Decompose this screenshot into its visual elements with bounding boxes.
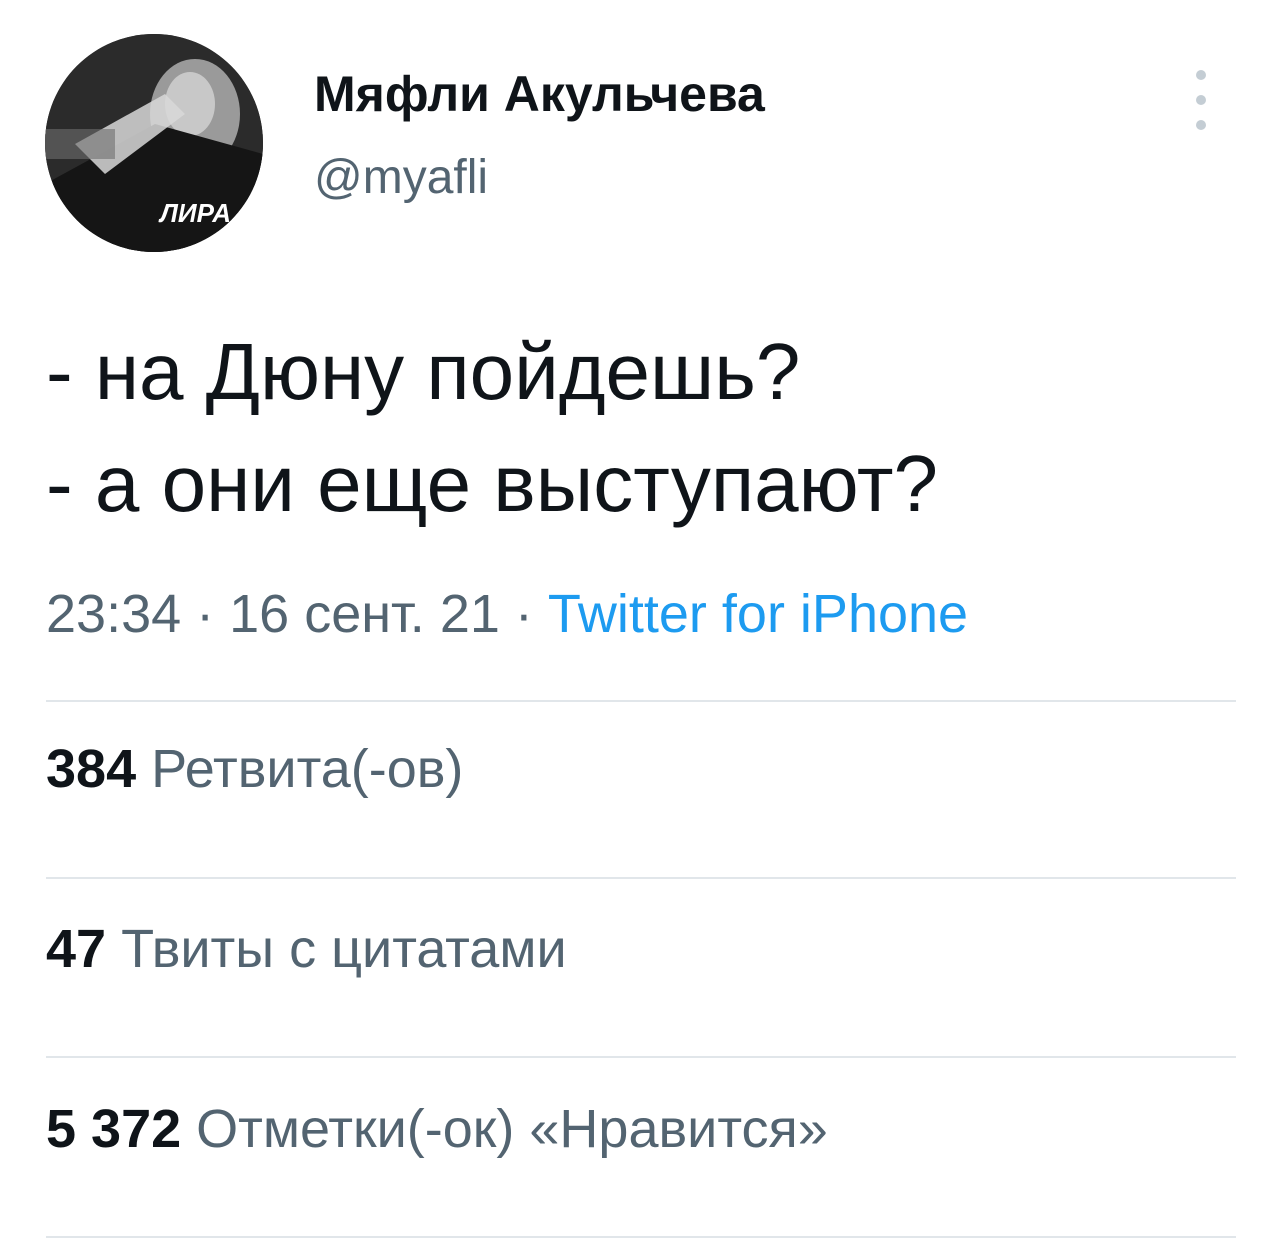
divider: [46, 1236, 1236, 1238]
likes-label: Отметки(-ок) «Нравится»: [196, 1099, 828, 1159]
more-vertical-icon[interactable]: [1186, 70, 1216, 130]
divider: [46, 700, 1236, 702]
avatar-overlay-text: ЛИРА: [158, 198, 231, 228]
retweets-stat[interactable]: 384 Ретвита(-ов): [46, 737, 463, 801]
retweets-label: Ретвита(-ов): [151, 739, 464, 799]
likes-count: 5 372: [46, 1099, 182, 1159]
more-dot: [1196, 95, 1206, 105]
user-handle[interactable]: @myafli: [314, 148, 488, 208]
meta-separator: ·: [499, 584, 548, 644]
tweet-time[interactable]: 23:34: [46, 584, 181, 644]
retweets-count: 384: [46, 739, 137, 799]
quotes-label: Твиты с цитатами: [121, 919, 567, 979]
avatar-photo: ЛИРА: [45, 34, 263, 252]
meta-separator: ·: [181, 584, 230, 644]
divider: [46, 1056, 1236, 1058]
avatar[interactable]: ЛИРА: [45, 34, 263, 252]
tweet-text: - на Дюну пойдешь? - а они еще выступают…: [46, 316, 1246, 540]
quotes-stat[interactable]: 47 Твиты с цитатами: [46, 917, 567, 981]
tweet-line: - на Дюну пойдешь?: [46, 327, 801, 416]
tweet-date[interactable]: 16 сент. 21: [229, 584, 500, 644]
more-dot: [1196, 120, 1206, 130]
tweet-line: - а они еще выступают?: [46, 439, 939, 528]
more-dot: [1196, 70, 1206, 80]
divider: [46, 877, 1236, 879]
tweet-source-link[interactable]: Twitter for iPhone: [548, 584, 968, 644]
quotes-count: 47: [46, 919, 107, 979]
likes-stat[interactable]: 5 372 Отметки(-ок) «Нравится»: [46, 1097, 828, 1161]
tweet-meta: 23:34 · 16 сент. 21 · Twitter for iPhone: [46, 582, 968, 646]
display-name[interactable]: Мяфли Акульчева: [314, 62, 765, 126]
